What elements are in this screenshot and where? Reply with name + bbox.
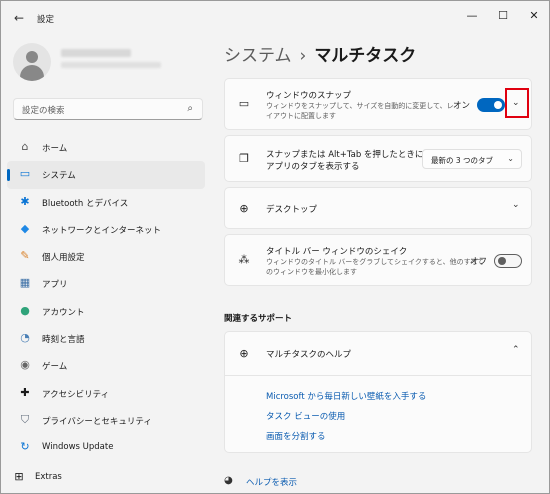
avatar	[13, 43, 51, 81]
help-link-task-view[interactable]: タスク ビューの使用	[266, 410, 345, 422]
sidebar-item-windows-update[interactable]: ↻ Windows Update	[7, 434, 205, 461]
shake-toggle-label: オフ	[470, 257, 488, 267]
snap-title: ウィンドウのスナップ	[266, 91, 352, 101]
globe-icon: ⊕	[239, 347, 249, 360]
brush-icon: ✎	[20, 249, 30, 263]
grid-icon: ⊞	[14, 470, 24, 483]
snap-desc-line1: ウィンドウをスナップして、サイズを自動的に変更して、レ	[266, 102, 454, 110]
sidebar-item-home[interactable]: ⌂ ホーム	[7, 134, 205, 161]
help-links-panel: Microsoft から毎日新しい壁紙を入手する タスク ビューの使用 画面を分…	[224, 376, 532, 453]
snap-windows-card[interactable]: ▭ ウィンドウのスナップ ウィンドウをスナップして、サイズを自動的に変更して、レ…	[224, 78, 532, 130]
sidebar-item-label: システム	[42, 171, 76, 182]
apps-icon: ▦	[19, 276, 31, 290]
desktop-add-icon: ⊕	[239, 202, 249, 215]
chevron-up-icon[interactable]: ⌃	[512, 345, 520, 355]
sidebar-item-label: ネットワークとインターネット	[42, 225, 162, 236]
alt-tab-dropdown[interactable]: 最新の 3 つのタブ ⌄	[422, 149, 522, 169]
shake-toggle[interactable]	[494, 254, 522, 268]
back-arrow-icon[interactable]: ←	[11, 10, 27, 26]
shake-desc-line2: のウィンドウを最小化します	[266, 268, 357, 276]
title-bar: ← 設定 — ☐ ✕	[1, 1, 549, 35]
sidebar-item-time-language[interactable]: ◔ 時刻と言語	[7, 325, 205, 352]
search-placeholder: 設定の検索	[22, 106, 65, 116]
sidebar-item-label: ゲーム	[42, 362, 68, 373]
sidebar-item-system[interactable]: ▭ システム	[7, 161, 205, 189]
breadcrumb: システム › マルチタスク	[224, 41, 416, 66]
get-help-label[interactable]: ヘルプを表示	[246, 476, 297, 488]
globe-clock-icon: ◔	[20, 331, 30, 345]
system-icon: ▭	[19, 167, 31, 181]
breadcrumb-parent[interactable]: システム	[224, 46, 292, 66]
sidebar-item-bluetooth[interactable]: ✱ Bluetooth とデバイス	[7, 189, 205, 216]
sidebar-item-label: 時刻と言語	[42, 335, 85, 346]
desktops-card[interactable]: ⊕ デスクトップ ⌄	[224, 187, 532, 229]
tabs-icon: ❐	[239, 152, 249, 165]
snap-toggle[interactable]	[477, 98, 505, 112]
sidebar-item-label: Windows Update	[42, 442, 114, 453]
bluetooth-icon: ✱	[20, 194, 30, 208]
sidebar-item-label: アカウント	[42, 307, 85, 318]
help-link-split-screen[interactable]: 画面を分割する	[266, 430, 326, 442]
chevron-down-icon[interactable]: ⌄	[512, 200, 520, 210]
update-icon: ↻	[20, 440, 30, 454]
user-email-blurred	[61, 62, 161, 68]
network-icon: ◆	[20, 221, 30, 235]
extras-label: Extras	[35, 472, 62, 482]
shield-icon: ⛉	[20, 412, 30, 426]
sidebar-item-gaming[interactable]: ◉ ゲーム	[7, 352, 205, 379]
desktops-title: デスクトップ	[266, 205, 318, 215]
settings-search-input[interactable]: 設定の検索 ⌕	[13, 98, 203, 120]
sidebar-item-label: プライバシーとセキュリティ	[42, 416, 152, 427]
search-icon[interactable]: ⌕	[187, 103, 193, 114]
sidebar-item-accessibility[interactable]: ✚ アクセシビリティ	[7, 380, 205, 407]
sidebar-item-extras[interactable]: ⊞ Extras	[7, 467, 205, 487]
accessibility-icon: ✚	[20, 385, 30, 399]
sidebar-item-network[interactable]: ◆ ネットワークとインターネット	[7, 216, 205, 243]
sidebar-nav: ⌂ ホーム ▭ システム ✱ Bluetooth とデバイス ◆ ネットワークと…	[7, 134, 205, 462]
sidebar-item-label: Bluetooth とデバイス	[42, 198, 129, 209]
app-title: 設定	[37, 15, 55, 25]
shake-title: タイトル バー ウィンドウのシェイク	[266, 247, 408, 257]
sidebar-item-label: アクセシビリティ	[42, 389, 110, 400]
user-name-blurred	[61, 49, 131, 57]
account-icon: ●	[20, 303, 30, 317]
sidebar-item-apps[interactable]: ▦ アプリ	[7, 270, 205, 297]
related-support-heading: 関連するサポート	[224, 314, 293, 324]
alt-tab-title-line1: スナップまたは Alt+Tab を押したときに	[266, 150, 424, 160]
minimize-button[interactable]: —	[457, 5, 487, 27]
help-icon: ◕	[224, 475, 233, 486]
sidebar-item-label: 個人用設定	[42, 253, 85, 264]
help-title: マルチタスクのヘルプ	[266, 350, 352, 360]
page-title: マルチタスク	[314, 46, 417, 66]
snap-window-icon: ▭	[238, 97, 250, 110]
shake-icon: ⁂	[238, 253, 250, 266]
close-button[interactable]: ✕	[519, 5, 549, 27]
sidebar-item-personalization[interactable]: ✎ 個人用設定	[7, 243, 205, 270]
sidebar-item-accounts[interactable]: ● アカウント	[7, 298, 205, 325]
multitask-help-card[interactable]: ⊕ マルチタスクのヘルプ ⌃	[224, 331, 532, 376]
help-link-wallpaper[interactable]: Microsoft から毎日新しい壁紙を入手する	[266, 390, 426, 402]
chevron-down-icon: ⌄	[507, 154, 514, 163]
highlight-annotation	[505, 88, 529, 118]
dropdown-value: 最新の 3 つのタブ	[431, 156, 494, 165]
gamepad-icon: ◉	[20, 358, 30, 372]
home-icon: ⌂	[21, 140, 29, 153]
title-bar-shake-card: ⁂ タイトル バー ウィンドウのシェイク ウィンドウのタイトル バーをグラブして…	[224, 234, 532, 286]
snap-desc-line2: イアウトに配置します	[266, 112, 336, 120]
settings-window: ← 設定 — ☐ ✕ 設定の検索 ⌕ ⌂ ホーム ▭ システム ✱ Blueto…	[0, 0, 550, 494]
maximize-button[interactable]: ☐	[488, 5, 518, 27]
snap-toggle-label: オン	[453, 101, 471, 111]
sidebar-item-label: ホーム	[42, 144, 68, 154]
shake-desc-line1: ウィンドウのタイトル バーをグラブしてシェイクすると、他のすべて	[266, 258, 484, 266]
sidebar-item-privacy[interactable]: ⛉ プライバシーとセキュリティ	[7, 407, 205, 434]
breadcrumb-separator: ›	[299, 46, 307, 66]
sidebar-item-label: アプリ	[42, 280, 68, 291]
alt-tab-title-line2: アプリのタブを表示する	[266, 162, 360, 172]
